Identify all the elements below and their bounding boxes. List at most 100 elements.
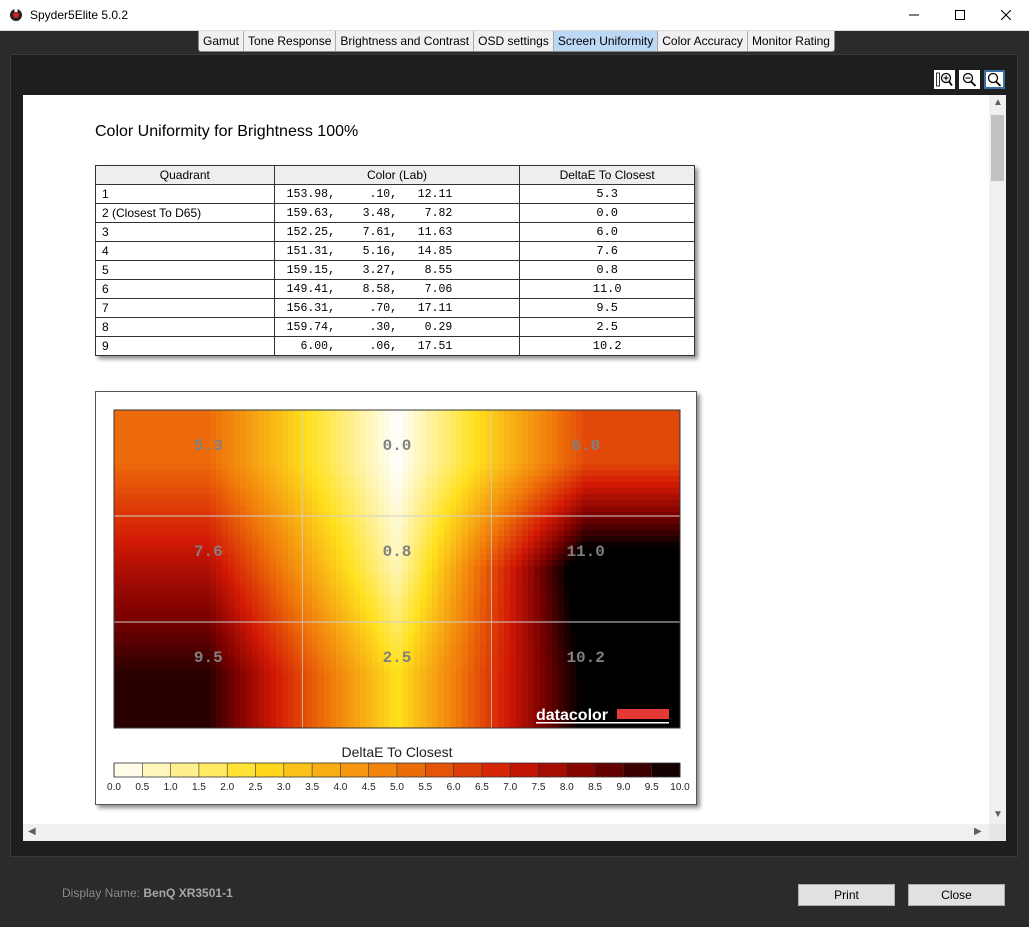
heatmap-pixel (198, 530, 205, 537)
heatmap-pixel (432, 410, 439, 417)
heatmap-pixel (270, 470, 277, 477)
heatmap-pixel (204, 686, 211, 693)
heatmap-pixel (510, 470, 517, 477)
heatmap-pixel (324, 518, 331, 525)
heatmap-pixel (246, 638, 253, 645)
heatmap-pixel (198, 416, 205, 423)
heatmap-pixel (624, 464, 631, 471)
tab-osd-settings[interactable]: OSD settings (474, 31, 554, 51)
heatmap-pixel (414, 620, 421, 627)
heatmap-pixel (468, 410, 475, 417)
heatmap-pixel (480, 662, 487, 669)
heatmap-pixel (420, 428, 427, 435)
heatmap-pixel (246, 440, 253, 447)
heatmap-pixel (498, 596, 505, 603)
heatmap-pixel (492, 710, 499, 717)
heatmap-pixel (120, 578, 127, 585)
heatmap-pixel (402, 668, 409, 675)
heatmap-pixel (516, 440, 523, 447)
heatmap-pixel (174, 434, 181, 441)
tab-brightness-contrast[interactable]: Brightness and Contrast (336, 31, 475, 51)
heatmap-pixel (498, 614, 505, 621)
heatmap-pixel (462, 638, 469, 645)
heatmap-pixel (606, 680, 613, 687)
heatmap-pixel (150, 620, 157, 627)
heatmap-pixel (648, 698, 655, 705)
heatmap-pixel (252, 542, 259, 549)
heatmap-pixel (624, 650, 631, 657)
heatmap-pixel (270, 662, 277, 669)
close-window-button[interactable] (983, 0, 1029, 30)
heatmap-pixel (612, 506, 619, 513)
heatmap-pixel (456, 686, 463, 693)
heatmap-pixel (378, 494, 385, 501)
heatmap-pixel (132, 626, 139, 633)
heatmap-pixel (402, 476, 409, 483)
heatmap-pixel (636, 542, 643, 549)
heatmap-pixel (168, 482, 175, 489)
heatmap-pixel (354, 578, 361, 585)
heatmap-pixel (450, 434, 457, 441)
heatmap-pixel (354, 710, 361, 717)
heatmap-pixel (156, 506, 163, 513)
heatmap-pixel (678, 650, 680, 657)
heatmap-pixel (540, 650, 547, 657)
heatmap-pixel (126, 428, 133, 435)
heatmap-pixel (240, 620, 247, 627)
heatmap-pixel (132, 584, 139, 591)
heatmap-pixel (156, 692, 163, 699)
tab-tone-response[interactable]: Tone Response (244, 31, 337, 51)
heatmap-pixel (168, 506, 175, 513)
heatmap-pixel (666, 536, 673, 543)
heatmap-pixel (612, 494, 619, 501)
tab-monitor-rating[interactable]: Monitor Rating (748, 31, 834, 51)
heatmap-pixel (528, 464, 535, 471)
heatmap-pixel (258, 698, 265, 705)
heatmap-pixel (576, 578, 583, 585)
heatmap-pixel (546, 482, 553, 489)
heatmap-pixel (570, 590, 577, 597)
heatmap-pixel (246, 620, 253, 627)
heatmap-pixel (624, 482, 631, 489)
heatmap-pixel (300, 650, 307, 657)
heatmap-pixel (444, 560, 451, 567)
heatmap-pixel (216, 470, 223, 477)
heatmap-pixel (534, 476, 541, 483)
heatmap-pixel (180, 464, 187, 471)
heatmap-pixel (180, 614, 187, 621)
heatmap-pixel (180, 500, 187, 507)
zoom-in-button[interactable] (934, 70, 955, 89)
heatmap-pixel (192, 536, 199, 543)
heatmap-pixel (126, 680, 133, 687)
heatmap-pixel (450, 524, 457, 531)
heatmap-pixel (558, 422, 565, 429)
heatmap-pixel (402, 674, 409, 681)
heatmap-pixel (162, 662, 169, 669)
heatmap-pixel (642, 698, 649, 705)
tab-gamut[interactable]: Gamut (199, 31, 245, 51)
tab-color-accuracy[interactable]: Color Accuracy (658, 31, 748, 51)
heatmap-pixel (240, 686, 247, 693)
heatmap-pixel (120, 566, 127, 573)
heatmap-pixel (270, 506, 277, 513)
heatmap-pixel (666, 518, 673, 525)
heatmap-pixel (132, 680, 139, 687)
heatmap-pixel (390, 458, 397, 465)
heatmap-pixel (642, 566, 649, 573)
maximize-button[interactable] (937, 0, 983, 30)
heatmap-pixel (522, 704, 529, 711)
tab-screen-uniformity[interactable]: Screen Uniformity (553, 31, 659, 51)
heatmap-pixel (180, 704, 187, 711)
heatmap-pixel (342, 434, 349, 441)
heatmap-pixel (498, 494, 505, 501)
heatmap-pixel (528, 422, 535, 429)
heatmap-pixel (660, 692, 667, 699)
minimize-button[interactable] (891, 0, 937, 30)
heatmap-pixel (282, 488, 289, 495)
heatmap-pixel (264, 536, 271, 543)
heatmap-pixel (510, 596, 517, 603)
zoom-out-button[interactable] (959, 70, 980, 89)
heatmap-pixel (372, 710, 379, 717)
heatmap-pixel (258, 602, 265, 609)
zoom-fit-button[interactable] (984, 70, 1005, 89)
